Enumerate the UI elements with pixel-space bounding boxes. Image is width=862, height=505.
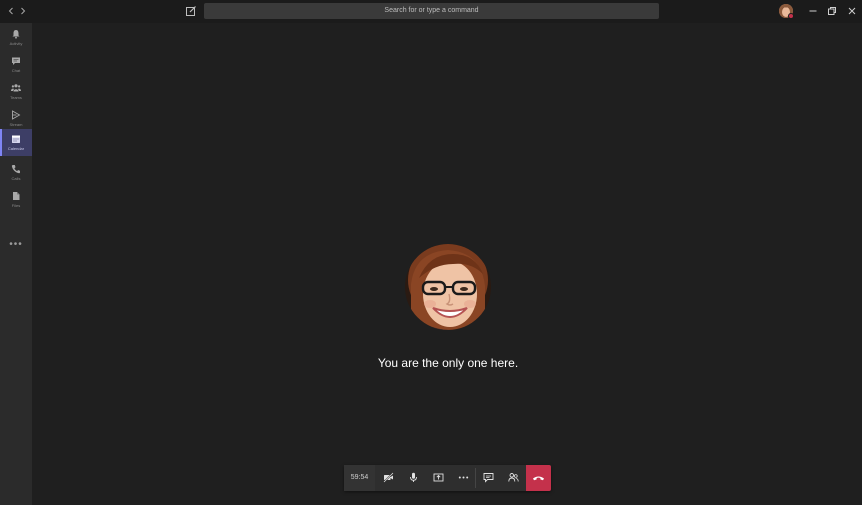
more-horizontal-icon (458, 476, 469, 479)
minimize-button[interactable] (806, 4, 820, 18)
show-conversation-button[interactable] (476, 465, 501, 491)
rail-item-label: Calls (11, 176, 21, 181)
rail-item-label: Files (11, 203, 21, 208)
participant-photo-icon (405, 244, 491, 330)
rail-item-chat[interactable]: Chat (0, 53, 32, 77)
share-screen-button[interactable] (426, 465, 451, 491)
files-icon (13, 192, 20, 200)
call-timer: 59:54 (344, 465, 375, 491)
bell-icon (12, 30, 20, 39)
phone-icon (11, 165, 20, 174)
calendar-icon (12, 135, 20, 143)
controls-divider (475, 468, 476, 488)
participant-avatar (405, 244, 491, 330)
compose-icon (186, 6, 196, 16)
rail-item-label: Activity (9, 41, 23, 46)
more-apps-button[interactable]: ••• (0, 239, 32, 250)
rail-item-label: Teams (10, 95, 22, 100)
participants-icon (508, 473, 519, 482)
restore-icon (828, 7, 836, 15)
stream-icon (12, 110, 21, 120)
rail-item-files[interactable]: Files (0, 188, 32, 212)
search-input[interactable]: Search for or type a command (204, 3, 659, 19)
rail-item-label: Calendar (7, 146, 25, 151)
rail-item-activity[interactable]: Activity (0, 26, 32, 50)
chat-icon (483, 473, 494, 483)
new-chat-button[interactable] (184, 4, 198, 18)
rail-item-calls[interactable]: Calls (0, 161, 32, 185)
rail-item-label: Stream (9, 122, 23, 127)
hang-up-button[interactable] (526, 465, 551, 491)
share-screen-icon (433, 473, 444, 482)
call-controls-bar: 59:54 (344, 465, 551, 491)
rail-item-calendar[interactable]: Calendar (0, 129, 32, 156)
camera-toggle-button[interactable] (376, 465, 401, 491)
app-rail: Activity Chat Teams Stream Calendar Call… (0, 23, 32, 505)
camera-off-icon (383, 472, 394, 483)
presence-status-badge (788, 13, 794, 19)
rail-item-label: Chat (11, 68, 21, 73)
microphone-toggle-button[interactable] (401, 465, 426, 491)
close-button[interactable] (845, 4, 859, 18)
restore-button[interactable] (825, 4, 839, 18)
close-icon (848, 7, 856, 15)
chat-icon (12, 57, 20, 65)
microphone-icon (410, 472, 417, 482)
more-actions-button[interactable] (451, 465, 476, 491)
teams-icon (11, 84, 21, 92)
rail-item-teams[interactable]: Teams (0, 80, 32, 104)
minimize-icon (809, 10, 817, 12)
only-one-here-message: You are the only one here. (377, 356, 519, 370)
forward-button[interactable] (16, 3, 30, 19)
hang-up-icon (533, 476, 544, 481)
chevron-left-icon (8, 7, 13, 15)
title-bar: Search for or type a command (0, 0, 862, 23)
rail-item-stream[interactable]: Stream (0, 107, 32, 131)
chevron-right-icon (21, 7, 26, 15)
show-participants-button[interactable] (501, 465, 526, 491)
